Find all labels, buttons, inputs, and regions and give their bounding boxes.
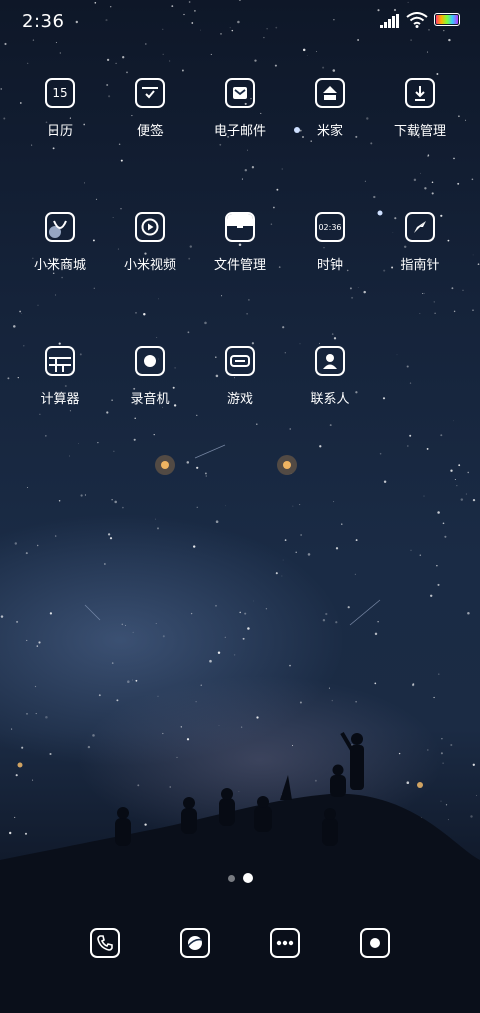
battery-icon: [434, 13, 460, 26]
status-bar: 2:36: [0, 0, 480, 44]
page-indicator: [0, 872, 480, 884]
app-compass[interactable]: 指南针: [375, 212, 465, 273]
shopping-bag-icon: [45, 212, 75, 242]
app-email[interactable]: 电子邮件: [195, 78, 285, 139]
app-label: 指南针: [400, 258, 440, 273]
app-label: 便签: [136, 124, 163, 139]
wifi-icon: [406, 12, 428, 28]
app-mi-video[interactable]: 小米视频: [105, 212, 195, 273]
contacts-icon: [315, 346, 345, 376]
app-file-manager[interactable]: 文件管理: [195, 212, 285, 273]
app-row-2: 小米商城 小米视频 文件管理 02:36 时钟 指南针: [0, 212, 480, 346]
app-calendar[interactable]: 15 日历: [15, 78, 105, 139]
phone-icon[interactable]: [90, 928, 120, 958]
app-mi-store[interactable]: 小米商城: [15, 212, 105, 273]
app-label: 日历: [46, 124, 73, 139]
page-dot-1[interactable]: [228, 875, 235, 882]
calculator-icon: [45, 346, 75, 376]
app-contacts[interactable]: 联系人: [285, 346, 375, 407]
calendar-icon: 15: [45, 78, 75, 108]
app-label: 时钟: [316, 258, 343, 273]
app-grid: 15 日历 便签 电子邮件 米家 下载管理 小米商城 小米视频 文件管理 02:…: [0, 78, 480, 480]
app-label: 电子邮件: [213, 124, 266, 139]
compass-icon: [405, 212, 435, 242]
app-label: 下载管理: [393, 124, 446, 139]
app-row-1: 15 日历 便签 电子邮件 米家 下载管理: [0, 78, 480, 212]
email-icon: [225, 78, 255, 108]
recorder-icon: [135, 346, 165, 376]
browser-icon[interactable]: [180, 928, 210, 958]
home-icon: [315, 78, 345, 108]
app-label: 录音机: [130, 392, 170, 407]
app-calculator[interactable]: 计算器: [15, 346, 105, 407]
app-row-3: 计算器 录音机 游戏 联系人: [0, 346, 480, 480]
video-play-icon: [135, 212, 165, 242]
download-icon: [405, 78, 435, 108]
app-label: 游戏: [226, 392, 253, 407]
camera-icon[interactable]: [360, 928, 390, 958]
status-time: 2:36: [22, 11, 65, 32]
page-dot-2-active[interactable]: [243, 873, 253, 883]
app-label: 米家: [316, 124, 343, 139]
messages-icon[interactable]: [270, 928, 300, 958]
app-label: 小米视频: [123, 258, 176, 273]
app-download-manager[interactable]: 下载管理: [375, 78, 465, 139]
app-mi-home[interactable]: 米家: [285, 78, 375, 139]
dock: [0, 928, 480, 960]
app-games[interactable]: 游戏: [195, 346, 285, 407]
file-manager-icon: [225, 212, 255, 242]
game-icon: [225, 346, 255, 376]
clock-icon: 02:36: [315, 212, 345, 242]
signal-icon: [380, 14, 399, 28]
app-notes[interactable]: 便签: [105, 78, 195, 139]
app-recorder[interactable]: 录音机: [105, 346, 195, 407]
app-label: 小米商城: [33, 258, 86, 273]
app-clock[interactable]: 02:36 时钟: [285, 212, 375, 273]
app-label: 计算器: [40, 392, 80, 407]
notes-icon: [135, 78, 165, 108]
app-label: 联系人: [310, 392, 350, 407]
app-label: 文件管理: [213, 258, 266, 273]
